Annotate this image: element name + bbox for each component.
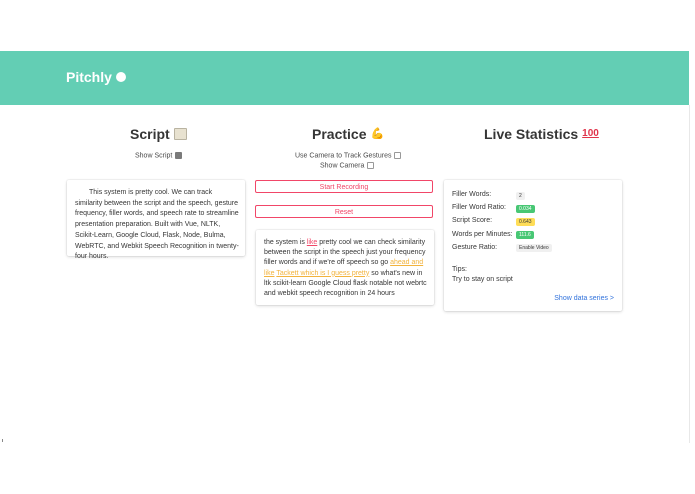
- stat-label-words-per-minute: Words per Minutes:: [452, 231, 513, 238]
- filler-word: like: [306, 239, 318, 246]
- page-edge-divider: [689, 105, 690, 443]
- show-camera-toggle[interactable]: Show Camera: [320, 162, 375, 169]
- enable-video-button[interactable]: Enable Video: [516, 244, 552, 252]
- scroll-marker: [2, 439, 3, 442]
- header-bar: Pitchly: [0, 51, 689, 105]
- stat-value-script-score: 0.643: [516, 218, 535, 226]
- off-script-phrase: like: [264, 269, 275, 277]
- camera-track-checkbox[interactable]: [394, 152, 402, 159]
- show-data-series-link[interactable]: Show data series >: [554, 295, 614, 302]
- hundred-points-icon: 100: [582, 128, 599, 139]
- scroll-icon: [173, 128, 187, 140]
- app-title: Pitchly: [66, 69, 112, 85]
- stat-label-gesture-ratio: Gesture Ratio:: [452, 244, 498, 251]
- stat-value-words-per-minute: 111.6: [516, 231, 534, 239]
- flexed-biceps-icon: 💪: [370, 127, 385, 140]
- script-card: This system is pretty cool. We can track…: [67, 180, 245, 260]
- stat-label-filler-words: Filler Words:: [452, 191, 492, 198]
- transcript-card: the system is like pretty cool we can ch…: [256, 230, 434, 305]
- tips-label: Tips:: [452, 266, 467, 273]
- speech-bubble-icon: [115, 69, 126, 82]
- script-title: Script: [130, 126, 187, 142]
- transcript-text: the system is like pretty cool we can ch…: [264, 239, 427, 298]
- show-camera-checkbox[interactable]: [367, 162, 375, 169]
- practice-title: Practice 💪: [312, 126, 385, 142]
- off-script-phrase: ahead and: [390, 259, 424, 267]
- tip-text: Try to stay on script: [452, 276, 513, 283]
- stats-title: Live Statistics 100: [484, 126, 599, 142]
- off-script-phrase: Tackett which is I guess pretty: [276, 269, 370, 277]
- reset-button[interactable]: Reset: [255, 205, 433, 218]
- show-script-toggle[interactable]: Show Script: [135, 152, 183, 159]
- show-script-checkbox[interactable]: [175, 152, 183, 159]
- start-recording-button[interactable]: Start Recording: [255, 180, 433, 193]
- script-text: This system is pretty cool. We can track…: [75, 189, 239, 261]
- stat-value-filler-ratio: 0.034: [516, 205, 535, 213]
- camera-track-toggle[interactable]: Use Camera to Track Gestures: [295, 152, 402, 159]
- stat-value-filler-words: 2: [516, 192, 525, 200]
- stats-card: Filler Words: 2 Filler Word Ratio: 0.034…: [444, 180, 622, 311]
- stat-label-script-score: Script Score:: [452, 217, 493, 224]
- stat-label-filler-ratio: Filler Word Ratio:: [452, 204, 506, 211]
- brand[interactable]: Pitchly: [66, 69, 126, 85]
